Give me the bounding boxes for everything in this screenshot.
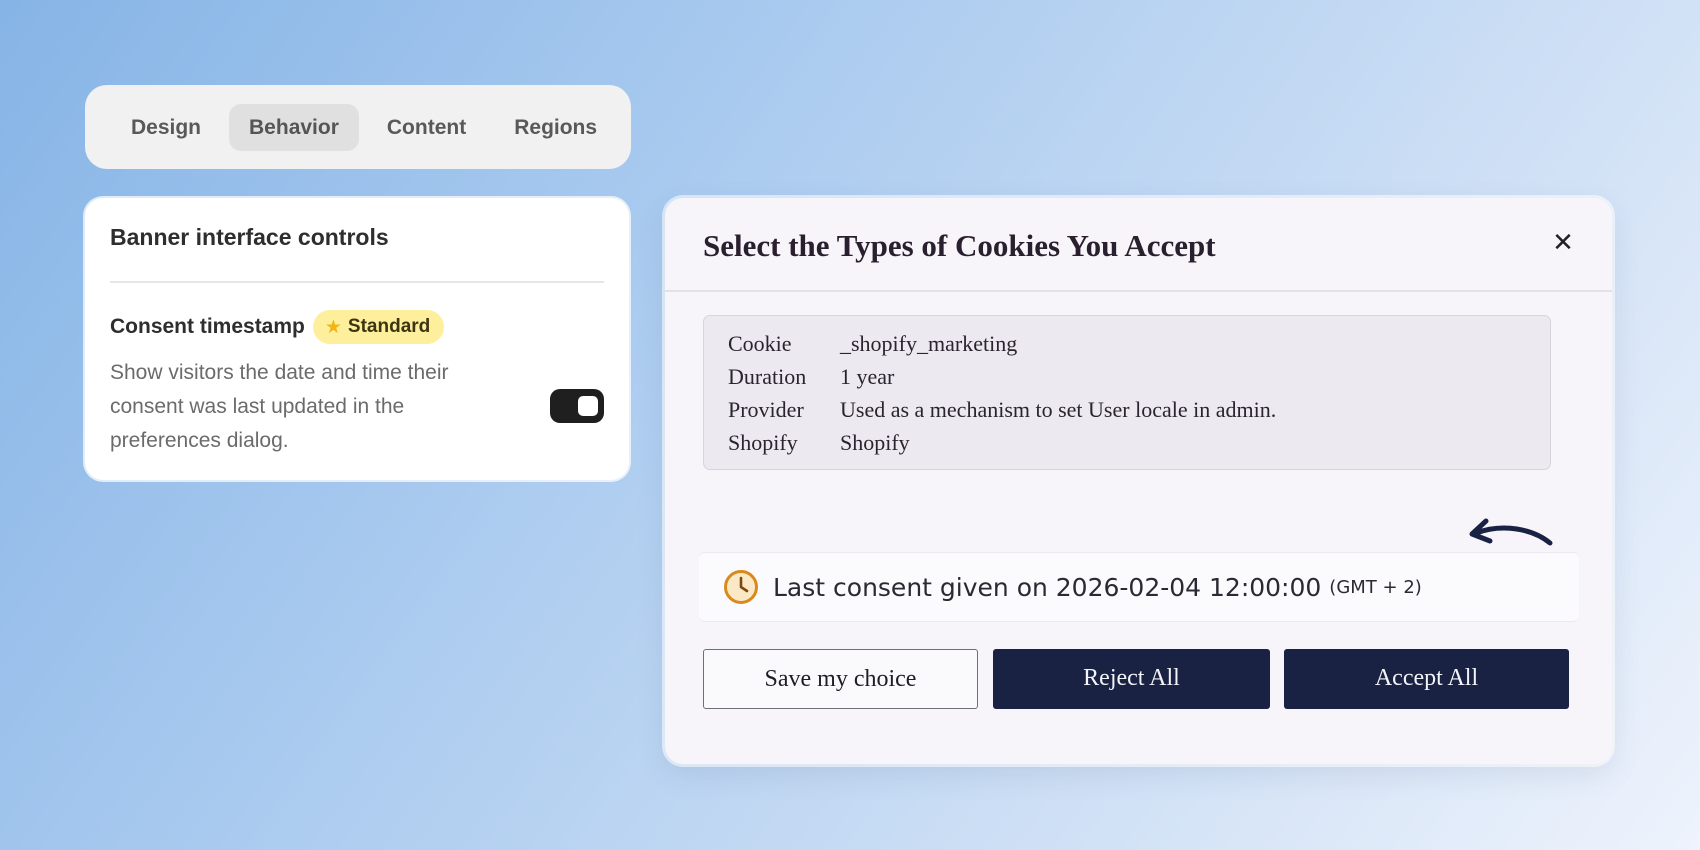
info-row: Duration 1 year	[728, 360, 1550, 393]
info-value: Shopify	[840, 429, 910, 455]
divider	[110, 281, 604, 283]
info-value: 1 year	[840, 363, 895, 389]
close-icon[interactable]: ✕	[1548, 228, 1578, 258]
info-row: Cookie _shopify_marketing	[728, 327, 1550, 360]
curved-arrow-icon	[1469, 518, 1553, 546]
card-title: Banner interface controls	[110, 224, 389, 250]
info-label: Provider	[728, 396, 804, 422]
tab-regions[interactable]: Regions	[494, 104, 617, 151]
consent-timezone: (GMT + 2)	[1329, 576, 1422, 598]
dialog-title: Select the Types of Cookies You Accept	[703, 228, 1216, 263]
save-choice-button[interactable]: Save my choice	[703, 649, 978, 709]
settings-tabs: Design Behavior Content Regions	[85, 85, 631, 169]
cookie-preferences-dialog: Select the Types of Cookies You Accept ✕…	[665, 198, 1612, 764]
plan-badge: ★ Standard	[312, 310, 445, 344]
setting-description: Show visitors the date and time their co…	[110, 361, 449, 452]
info-row: Shopify Shopify	[728, 426, 1550, 459]
tab-content[interactable]: Content	[367, 104, 486, 151]
banner-controls-card: Banner interface controls Consent timest…	[85, 198, 629, 480]
info-row: Provider Used as a mechanism to set User…	[728, 393, 1550, 426]
info-label: Shopify	[728, 429, 798, 455]
tab-design[interactable]: Design	[111, 104, 221, 151]
info-value: Used as a mechanism to set User locale i…	[840, 396, 1277, 422]
consent-timestamp-text: Last consent given on 2026-02-04 12:00:0…	[773, 572, 1322, 602]
toggle-knob	[578, 396, 598, 416]
clock-icon	[724, 570, 758, 604]
setting-title: Consent timestamp	[110, 315, 305, 338]
tab-behavior[interactable]: Behavior	[229, 103, 359, 151]
consent-timestamp-toggle[interactable]	[550, 389, 604, 423]
setting-row-header: Consent timestamp ★ Standard	[110, 310, 445, 344]
reject-all-button[interactable]: Reject All	[993, 649, 1270, 709]
info-value: _shopify_marketing	[840, 330, 1018, 356]
info-label: Duration	[728, 363, 807, 389]
dialog-divider	[665, 290, 1612, 292]
cookie-info-box: Cookie _shopify_marketing Duration 1 yea…	[703, 315, 1551, 470]
last-consent-bar: Last consent given on 2026-02-04 12:00:0…	[699, 552, 1579, 622]
accept-all-button[interactable]: Accept All	[1284, 649, 1569, 709]
info-label: Cookie	[728, 330, 792, 356]
star-icon: ★	[324, 316, 342, 338]
badge-label: Standard	[347, 316, 431, 337]
